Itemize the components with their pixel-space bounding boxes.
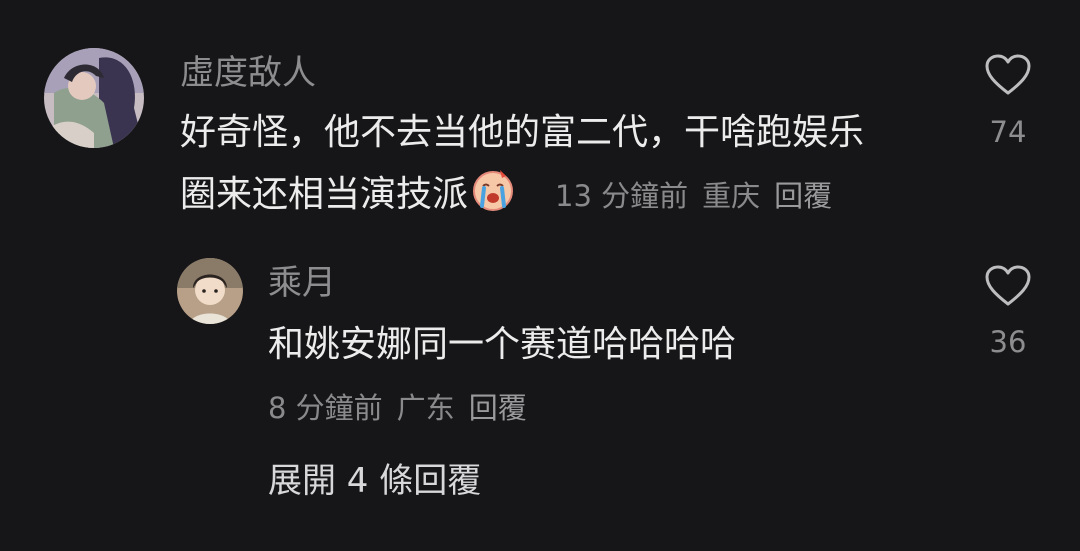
comment-time: 13 分鐘前 xyxy=(555,179,689,213)
comment-text-line1: 好奇怪，他不去当他的富二代，干啥跑娱乐 xyxy=(180,112,865,153)
reply-like-count: 36 xyxy=(989,325,1027,359)
reply-location: 广东 xyxy=(396,391,455,425)
reply-time: 8 分鐘前 xyxy=(268,391,383,425)
expand-replies-button[interactable]: 展開 4 條回覆 xyxy=(268,464,481,498)
comment-location: 重庆 xyxy=(702,179,761,213)
commenter-username[interactable]: 虛度敌人 xyxy=(180,56,316,90)
reply-meta: 8 分鐘前 广东 回覆 xyxy=(268,394,541,423)
comment-like-count: 74 xyxy=(989,115,1027,149)
comment-meta: 13 分鐘前 重庆 回覆 xyxy=(555,182,846,211)
replier-username[interactable]: 乘月 xyxy=(268,266,336,300)
heart-icon xyxy=(985,54,1031,95)
replier-avatar[interactable] xyxy=(177,258,243,324)
comment-text-line2-content: 圈来还相当演技派 xyxy=(180,174,469,215)
reply-like-button[interactable] xyxy=(985,265,1031,311)
reply-reply-button[interactable]: 回覆 xyxy=(469,391,527,425)
comment-like-button[interactable] xyxy=(985,54,1031,100)
commenter-avatar[interactable] xyxy=(44,48,144,148)
heart-icon xyxy=(985,265,1031,306)
comment-reply-button[interactable]: 回覆 xyxy=(774,179,832,213)
reply-text: 和姚安娜同一个赛道哈哈哈哈 xyxy=(268,324,737,365)
crying-face-emoji-icon xyxy=(470,166,516,232)
